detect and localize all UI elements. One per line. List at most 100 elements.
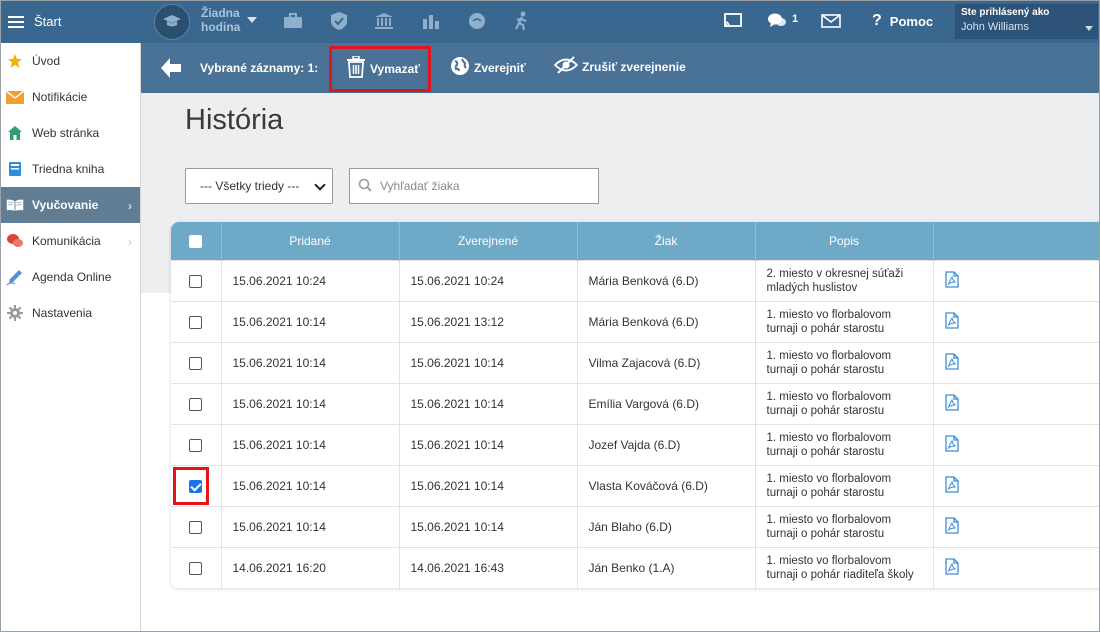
table-row[interactable]: 15.06.2021 10:14 15.06.2021 13:12 Mária Be… <box>171 301 1100 342</box>
open-book-icon <box>6 196 24 214</box>
pdf-icon[interactable] <box>944 311 959 332</box>
column-header-published[interactable]: Zverejnené <box>399 222 578 260</box>
start-label: Štart <box>34 14 62 29</box>
attachment-cell <box>933 260 1100 301</box>
lesson-label-line1: Žiadna <box>201 6 240 20</box>
select-all-checkbox[interactable] <box>189 234 203 248</box>
cast-screen-icon[interactable] <box>722 11 744 31</box>
graduation-cap-icon[interactable] <box>154 4 190 40</box>
row-checkbox-cell <box>171 506 222 547</box>
sidebar-item-notifikacie[interactable]: Notifikácie <box>0 79 140 115</box>
added-cell: 15.06.2021 10:14 <box>221 342 400 383</box>
table-row[interactable]: 15.06.2021 10:24 15.06.2021 10:24 Mária Be… <box>171 260 1100 301</box>
table-row[interactable]: 15.06.2021 10:14 15.06.2021 10:14 Jozef Va… <box>171 424 1100 465</box>
pdf-icon[interactable] <box>944 516 959 537</box>
chevron-down-icon[interactable] <box>247 17 257 23</box>
sidebar-item-agenda-online[interactable]: Agenda Online <box>0 259 140 295</box>
pdf-icon[interactable] <box>944 434 959 455</box>
row-checkbox-cell <box>171 342 222 383</box>
attachment-cell <box>933 506 1100 547</box>
student-cell: Emília Vargová (6.D) <box>577 383 756 424</box>
added-cell: 15.06.2021 10:14 <box>221 424 400 465</box>
logged-in-label: Ste prihlásený ako <box>961 7 1050 18</box>
table-header-row: Pridané Zverejnené Žiak Popis <box>171 222 1100 260</box>
row-checkbox-cell <box>171 301 222 342</box>
table-row[interactable]: 14.06.2021 16:20 14.06.2021 16:43 Ján Benk… <box>171 547 1100 588</box>
sidebar-item-web-stranka[interactable]: Web stránka <box>0 115 140 151</box>
sidebar-item-label: Vyučovanie <box>32 198 99 212</box>
description-cell: 1. miesto vo florbalovom turnaji o pohár … <box>755 342 934 383</box>
sidebar-item-label: Notifikácie <box>32 90 88 104</box>
table-row[interactable]: 15.06.2021 10:14 15.06.2021 10:14 Vilma Za… <box>171 342 1100 383</box>
column-header-added[interactable]: Pridané <box>221 222 400 260</box>
user-name: John Williams <box>961 21 1029 33</box>
description-line2: turnaji o pohár riaditeľa školy <box>766 568 914 581</box>
start-menu-button[interactable]: Štart <box>0 0 141 43</box>
pdf-icon[interactable] <box>944 475 959 496</box>
row-checkbox[interactable] <box>189 520 203 534</box>
chevron-right-icon: › <box>128 199 132 213</box>
envelope-icon[interactable] <box>820 11 842 31</box>
description-line1: 1. miesto vo florbalovom <box>766 472 892 485</box>
sidebar-item-uvod[interactable]: Úvod <box>0 43 140 79</box>
sidebar-item-triedna-kniha[interactable]: Triedna kniha <box>0 151 140 187</box>
description-line2: mladých huslistov <box>766 281 858 294</box>
attachment-cell <box>933 547 1100 588</box>
user-menu[interactable]: Ste prihlásený ako John Williams <box>955 4 1098 39</box>
student-cell: Ján Blaho (6.D) <box>577 506 756 547</box>
pdf-icon[interactable] <box>944 558 959 578</box>
table-row[interactable]: 15.06.2021 10:14 15.06.2021 10:14 Emília V… <box>171 383 1100 424</box>
published-cell: 15.06.2021 10:14 <box>399 383 578 424</box>
chevron-down-icon <box>314 179 326 191</box>
row-checkbox[interactable] <box>189 274 203 288</box>
unpublish-button[interactable]: Zrušiť zverejnenie <box>553 56 686 77</box>
unpublish-label: Zrušiť zverejnenie <box>582 59 686 74</box>
selected-records-label: Vybrané záznamy: 1: <box>200 61 319 75</box>
ball-icon[interactable] <box>466 11 488 31</box>
class-select[interactable]: --- Všetky triedy --- <box>185 168 333 204</box>
page-title: História <box>185 104 284 136</box>
row-checkbox[interactable] <box>189 438 203 452</box>
institution-icon[interactable] <box>373 11 395 31</box>
row-checkbox[interactable] <box>189 315 203 329</box>
sidebar-item-vyucovanie[interactable]: Vyučovanie › <box>0 187 140 223</box>
table-row[interactable]: 15.06.2021 10:14 15.06.2021 10:14 Ján Blah… <box>171 506 1100 547</box>
sidebar-item-komunikacia[interactable]: Komunikácia › <box>0 223 140 259</box>
walking-child-icon[interactable] <box>510 11 532 31</box>
table-row[interactable]: 15.06.2021 10:14 15.06.2021 10:14 Vlasta K… <box>171 465 1100 506</box>
published-cell: 15.06.2021 10:14 <box>399 424 578 465</box>
column-header-attachment <box>933 222 1100 260</box>
pdf-icon[interactable] <box>944 352 959 373</box>
chat-bubbles-icon[interactable] <box>766 11 788 31</box>
shield-icon[interactable] <box>328 11 350 31</box>
description-cell: 1. miesto vo florbalovom turnaji o pohár … <box>755 301 934 342</box>
sidebar-item-nastavenia[interactable]: Nastavenia <box>0 295 140 331</box>
lesson-selector[interactable]: Žiadna hodina <box>201 6 240 34</box>
added-cell: 15.06.2021 10:24 <box>221 260 400 301</box>
student-search[interactable] <box>349 168 599 204</box>
chevron-right-icon: › <box>128 235 132 249</box>
added-cell: 15.06.2021 10:14 <box>221 383 400 424</box>
history-table: Pridané Zverejnené Žiak Popis 15.06.2021… <box>171 222 1100 588</box>
pdf-icon[interactable] <box>944 393 959 414</box>
published-cell: 15.06.2021 10:14 <box>399 342 578 383</box>
bar-chart-icon[interactable] <box>420 11 442 31</box>
row-checkbox[interactable] <box>189 397 203 411</box>
added-cell: 15.06.2021 10:14 <box>221 465 400 506</box>
row-checkbox[interactable] <box>189 561 203 575</box>
description-cell: 1. miesto vo florbalovom turnaji o pohár … <box>755 547 934 588</box>
description-line1: 1. miesto vo florbalovom <box>766 554 892 567</box>
envelope-icon <box>6 88 24 106</box>
briefcase-icon[interactable] <box>282 11 304 31</box>
help-button[interactable]: ? Pomoc <box>872 12 933 30</box>
column-header-description[interactable]: Popis <box>755 222 934 260</box>
back-arrow-icon[interactable] <box>159 57 183 79</box>
column-header-student[interactable]: Žiak <box>577 222 756 260</box>
chat-icon <box>6 232 24 250</box>
lesson-label-line2: hodina <box>201 20 241 34</box>
search-input[interactable] <box>380 179 580 193</box>
description-line1: 1. miesto vo florbalovom <box>766 390 892 403</box>
pdf-icon[interactable] <box>944 270 959 291</box>
row-checkbox[interactable] <box>189 356 203 370</box>
publish-button[interactable]: Zverejniť <box>450 56 526 79</box>
